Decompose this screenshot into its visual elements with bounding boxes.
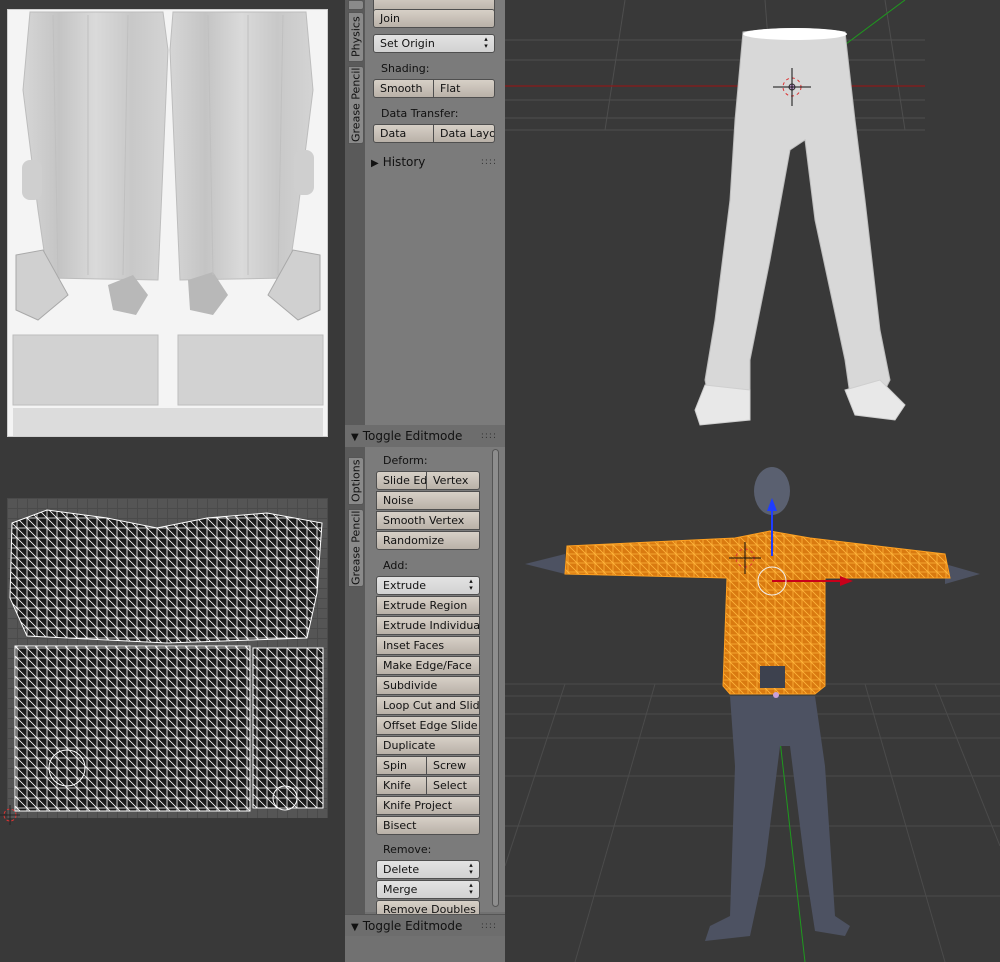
3d-viewport-bottom[interactable]	[505, 446, 1000, 962]
extrude-individual-button[interactable]: Extrude Individual	[376, 616, 480, 635]
loop-cut-button[interactable]: Loop Cut and Slide	[376, 696, 480, 715]
viewport-scene-top	[505, 0, 1000, 446]
toggle-editmode-label: Toggle Editmode	[362, 429, 463, 443]
data-layout-button[interactable]: Data Layo	[434, 124, 495, 143]
pants-texture-drawing	[12, 11, 324, 436]
tool-shelf-top: Physics Grease Pencil Join Set Origin Sh…	[345, 0, 505, 425]
image-editor-top[interactable]	[0, 0, 345, 450]
toggle-editmode-footer[interactable]: ▼ Toggle Editmode ::::	[345, 914, 505, 936]
history-label: History	[382, 155, 426, 169]
make-edge-face-button[interactable]: Make Edge/Face	[376, 656, 480, 675]
3d-viewport-top[interactable]	[505, 0, 1000, 446]
slide-edge-button[interactable]: Slide Ed	[376, 471, 427, 490]
merge-dropdown[interactable]: Merge	[376, 880, 480, 899]
drag-grip-icon[interactable]: ::::	[481, 151, 497, 173]
duplicate-button[interactable]: Duplicate	[376, 736, 480, 755]
toggle-editmode-header[interactable]: ▼ Toggle Editmode ::::	[345, 425, 505, 447]
knife-select-button[interactable]: Select	[427, 776, 480, 795]
uv-wireframe	[9, 509, 324, 812]
history-panel-header[interactable]: ▶ History ::::	[365, 151, 505, 173]
drag-grip-icon[interactable]: ::::	[481, 915, 497, 937]
tab-grease-pencil[interactable]: Grease Pencil	[348, 66, 364, 144]
delete-dropdown[interactable]: Delete	[376, 860, 480, 879]
smooth-vertex-button[interactable]: Smooth Vertex	[376, 511, 480, 530]
extrude-dropdown[interactable]: Extrude	[376, 576, 480, 595]
remove-label: Remove:	[383, 843, 432, 856]
flat-button[interactable]: Flat	[434, 79, 495, 98]
offset-edge-slide-button[interactable]: Offset Edge Slide	[376, 716, 480, 735]
object-tools-panel: Join Set Origin Shading: Smooth Flat Dat…	[365, 0, 505, 425]
set-origin-dropdown[interactable]: Set Origin	[373, 34, 495, 53]
knife-project-button[interactable]: Knife Project	[376, 796, 480, 815]
tool-shelf-tabs-bottom: Options Grease Pencil	[345, 447, 365, 917]
image-editor-bottom[interactable]	[0, 450, 345, 962]
vertex-slide-button[interactable]: Vertex	[427, 471, 480, 490]
viewport-scene-bottom	[505, 446, 1000, 962]
pants-texture-image	[7, 9, 328, 437]
tool-shelf-tabs-top: Physics Grease Pencil	[345, 0, 365, 425]
bisect-button[interactable]: Bisect	[376, 816, 480, 835]
tab-partial[interactable]	[348, 0, 364, 10]
inset-faces-button[interactable]: Inset Faces	[376, 636, 480, 655]
drag-grip-icon[interactable]: ::::	[481, 425, 497, 447]
triangle-down-icon: ▼	[351, 432, 359, 443]
panel-scrollbar[interactable]	[492, 449, 499, 907]
tab-options[interactable]: Options	[348, 457, 364, 505]
uv-cursor-icon	[0, 805, 20, 825]
spin-button[interactable]: Spin	[376, 756, 427, 775]
knife-button[interactable]: Knife	[376, 776, 427, 795]
screw-button[interactable]: Screw	[427, 756, 480, 775]
join-button[interactable]: Join	[373, 9, 495, 28]
triangle-right-icon: ▶	[371, 158, 379, 169]
data-transfer-label: Data Transfer:	[381, 107, 459, 120]
noise-button[interactable]: Noise	[376, 491, 480, 510]
subdivide-button[interactable]: Subdivide	[376, 676, 480, 695]
shading-label: Shading:	[381, 62, 430, 75]
uv-grid	[7, 498, 328, 818]
tab-physics[interactable]: Physics	[348, 12, 364, 62]
extrude-region-button[interactable]: Extrude Region	[376, 596, 480, 615]
toggle-editmode-footer-label: Toggle Editmode	[362, 919, 463, 933]
tab-grease-pencil-bottom[interactable]: Grease Pencil	[348, 509, 364, 587]
triangle-down-icon: ▼	[351, 922, 359, 933]
mesh-tools-panel: Deform: Slide Ed Vertex Noise Smooth Ver…	[365, 447, 505, 919]
smooth-button[interactable]: Smooth	[373, 79, 434, 98]
deform-label: Deform:	[383, 454, 428, 467]
data-button[interactable]: Data	[373, 124, 434, 143]
randomize-button[interactable]: Randomize	[376, 531, 480, 550]
tool-shelf-bottom: ▼ Toggle Editmode :::: Options Grease Pen…	[345, 425, 505, 962]
add-label: Add:	[383, 559, 409, 572]
